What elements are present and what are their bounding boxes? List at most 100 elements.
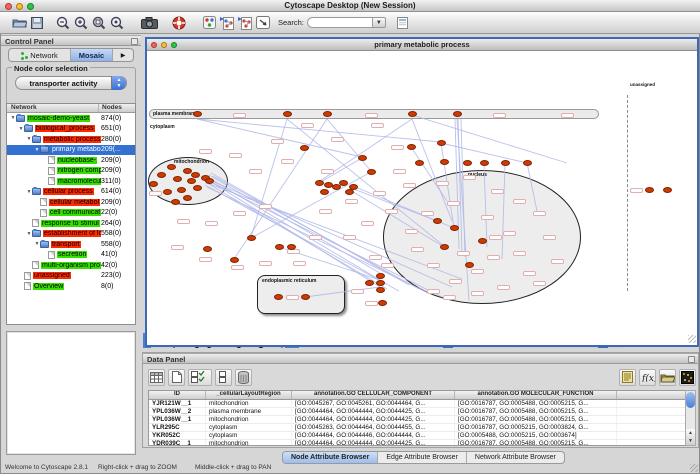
network-tree-row[interactable]: ▼transport558(0) <box>7 239 135 250</box>
network-tree-row[interactable]: secretion41(0) <box>7 250 135 261</box>
network-tree-row[interactable]: response to stimul264(0) <box>7 218 135 229</box>
graph-node[interactable] <box>323 111 332 117</box>
scrollbar-arrows[interactable]: ▲▼ <box>686 429 695 445</box>
tree-col-nodes[interactable]: Nodes <box>99 104 135 112</box>
select-attributes-icon[interactable] <box>188 369 212 386</box>
graph-node[interactable] <box>320 189 329 195</box>
tab-edge-attribute-browser[interactable]: Edge Attribute Browser <box>378 452 467 463</box>
network-tree-row[interactable]: macromolecule311(0) <box>7 176 135 187</box>
graph-node[interactable] <box>478 238 487 244</box>
float-data-panel-icon[interactable] <box>688 356 695 363</box>
float-panel-icon[interactable] <box>131 38 138 45</box>
graph-node[interactable] <box>191 172 200 178</box>
annotation-icon[interactable] <box>254 14 272 32</box>
graph-node[interactable] <box>465 262 474 268</box>
table-col-header[interactable]: ID <box>149 391 206 399</box>
graph-node[interactable] <box>367 169 376 175</box>
graph-node[interactable] <box>287 244 296 250</box>
graph-node[interactable] <box>376 273 385 279</box>
tree-col-network[interactable]: Network <box>7 104 99 112</box>
new-attribute-icon[interactable] <box>168 369 185 386</box>
graph-node[interactable] <box>645 187 654 193</box>
network-tree-row[interactable]: ▼cellular process614(0) <box>7 187 135 198</box>
network-tree-row[interactable]: ▼mosaic-demo-yeast874(0) <box>7 113 135 124</box>
network-frame-titlebar[interactable]: primary metabolic process <box>147 39 697 51</box>
graph-node[interactable] <box>415 160 424 166</box>
import-attributes-icon[interactable] <box>659 369 676 386</box>
table-scrollbar[interactable]: ▲▼ <box>685 390 696 446</box>
zoom-selected-icon[interactable] <box>90 14 108 32</box>
import-network-icon[interactable] <box>218 14 236 32</box>
network-tree-row[interactable]: unassigned223(0) <box>7 271 135 282</box>
graph-node[interactable] <box>157 172 166 178</box>
search-input[interactable] <box>307 17 373 28</box>
zoom-in-icon[interactable] <box>72 14 90 32</box>
graph-node[interactable] <box>376 280 385 286</box>
graph-node[interactable] <box>358 155 367 161</box>
camera-icon[interactable] <box>140 14 158 32</box>
zoom-fit-icon[interactable] <box>108 14 126 32</box>
graph-node[interactable] <box>187 178 196 184</box>
graph-node[interactable] <box>663 187 672 193</box>
tab-mosaic[interactable]: Mosaic <box>71 49 113 61</box>
graph-node[interactable] <box>440 244 449 250</box>
network-tree-row[interactable]: nitrogen compo209(0) <box>7 166 135 177</box>
table-col-header[interactable]: annotation.GO MOLECULAR_FUNCTION <box>455 391 617 399</box>
graph-node[interactable] <box>171 199 180 205</box>
graph-node[interactable] <box>339 180 348 186</box>
graph-node[interactable] <box>453 111 462 117</box>
network-tree-row[interactable]: ▼primary metabo209(... <box>7 145 135 156</box>
window-resize-grip[interactable] <box>690 464 698 472</box>
table-row[interactable]: YLR295Ccytoplasm[GO:0045263, GO:0044464,… <box>149 424 687 432</box>
graph-node[interactable] <box>437 140 446 146</box>
graph-node[interactable] <box>315 180 324 186</box>
graph-node[interactable] <box>349 184 358 190</box>
network-tree-row[interactable]: cellular metabol209(0) <box>7 197 135 208</box>
open-folder-icon[interactable] <box>10 14 28 32</box>
window-titlebar[interactable]: Cytoscape Desktop (New Session) <box>0 0 700 12</box>
network-tree-row[interactable]: nucleobase-209(0) <box>7 155 135 166</box>
graph-node[interactable] <box>149 181 158 187</box>
function-builder-icon[interactable]: f(x) <box>639 369 656 386</box>
graph-node[interactable] <box>193 185 202 191</box>
graph-node[interactable] <box>193 111 202 117</box>
more-tabs-icon[interactable]: ▶ <box>113 49 133 61</box>
graph-node[interactable] <box>463 160 472 166</box>
network-tree-row[interactable]: multi-organism pro42(0) <box>7 260 135 271</box>
graph-node[interactable] <box>300 145 309 151</box>
attribute-table[interactable]: ID_cellularLayoutRegionannotation.GO CEL… <box>148 390 688 446</box>
scrollbar-thumb[interactable] <box>686 392 695 408</box>
graph-node[interactable] <box>283 111 292 117</box>
graph-node[interactable] <box>407 144 416 150</box>
notes-icon[interactable] <box>619 369 636 386</box>
graph-node[interactable] <box>177 187 186 193</box>
search-dropdown-icon[interactable]: ▼ <box>373 17 386 28</box>
network-tree-row[interactable]: Overview8(0) <box>7 281 135 292</box>
tab-node-attribute-browser[interactable]: Node Attribute Browser <box>283 452 378 463</box>
graph-node[interactable] <box>523 160 532 166</box>
graph-node[interactable] <box>203 246 212 252</box>
graph-node[interactable] <box>301 294 310 300</box>
graph-node[interactable] <box>450 225 459 231</box>
graph-node[interactable] <box>275 244 284 250</box>
tab-network-attribute-browser[interactable]: Network Attribute Browser <box>467 452 564 463</box>
graph-node[interactable] <box>183 195 192 201</box>
network-tree-row[interactable]: ▼establishment of lo558(0) <box>7 229 135 240</box>
graph-node[interactable] <box>365 280 374 286</box>
graph-node[interactable] <box>167 164 176 170</box>
table-col-header[interactable]: _cellularLayoutRegion <box>206 391 292 399</box>
network-canvas[interactable]: plasma membranecytoplasmmitochondrionnuc… <box>147 51 697 344</box>
graph-node[interactable] <box>501 160 510 166</box>
attribute-table-icon[interactable] <box>148 369 165 386</box>
zoom-out-icon[interactable] <box>54 14 72 32</box>
graph-node[interactable] <box>376 287 385 293</box>
graph-node[interactable] <box>408 111 417 117</box>
unselect-attributes-icon[interactable] <box>215 369 232 386</box>
network-tree-row[interactable]: ▼metabolic process280(0) <box>7 134 135 145</box>
network-tree-row[interactable]: cell communicat22(0) <box>7 208 135 219</box>
graph-node[interactable] <box>378 300 387 306</box>
matrix-icon[interactable] <box>679 369 696 386</box>
graph-node[interactable] <box>433 218 442 224</box>
save-icon[interactable] <box>28 14 46 32</box>
table-row[interactable]: YDR039C__1mitochondrion[GO:0044464, GO:0… <box>149 440 687 446</box>
